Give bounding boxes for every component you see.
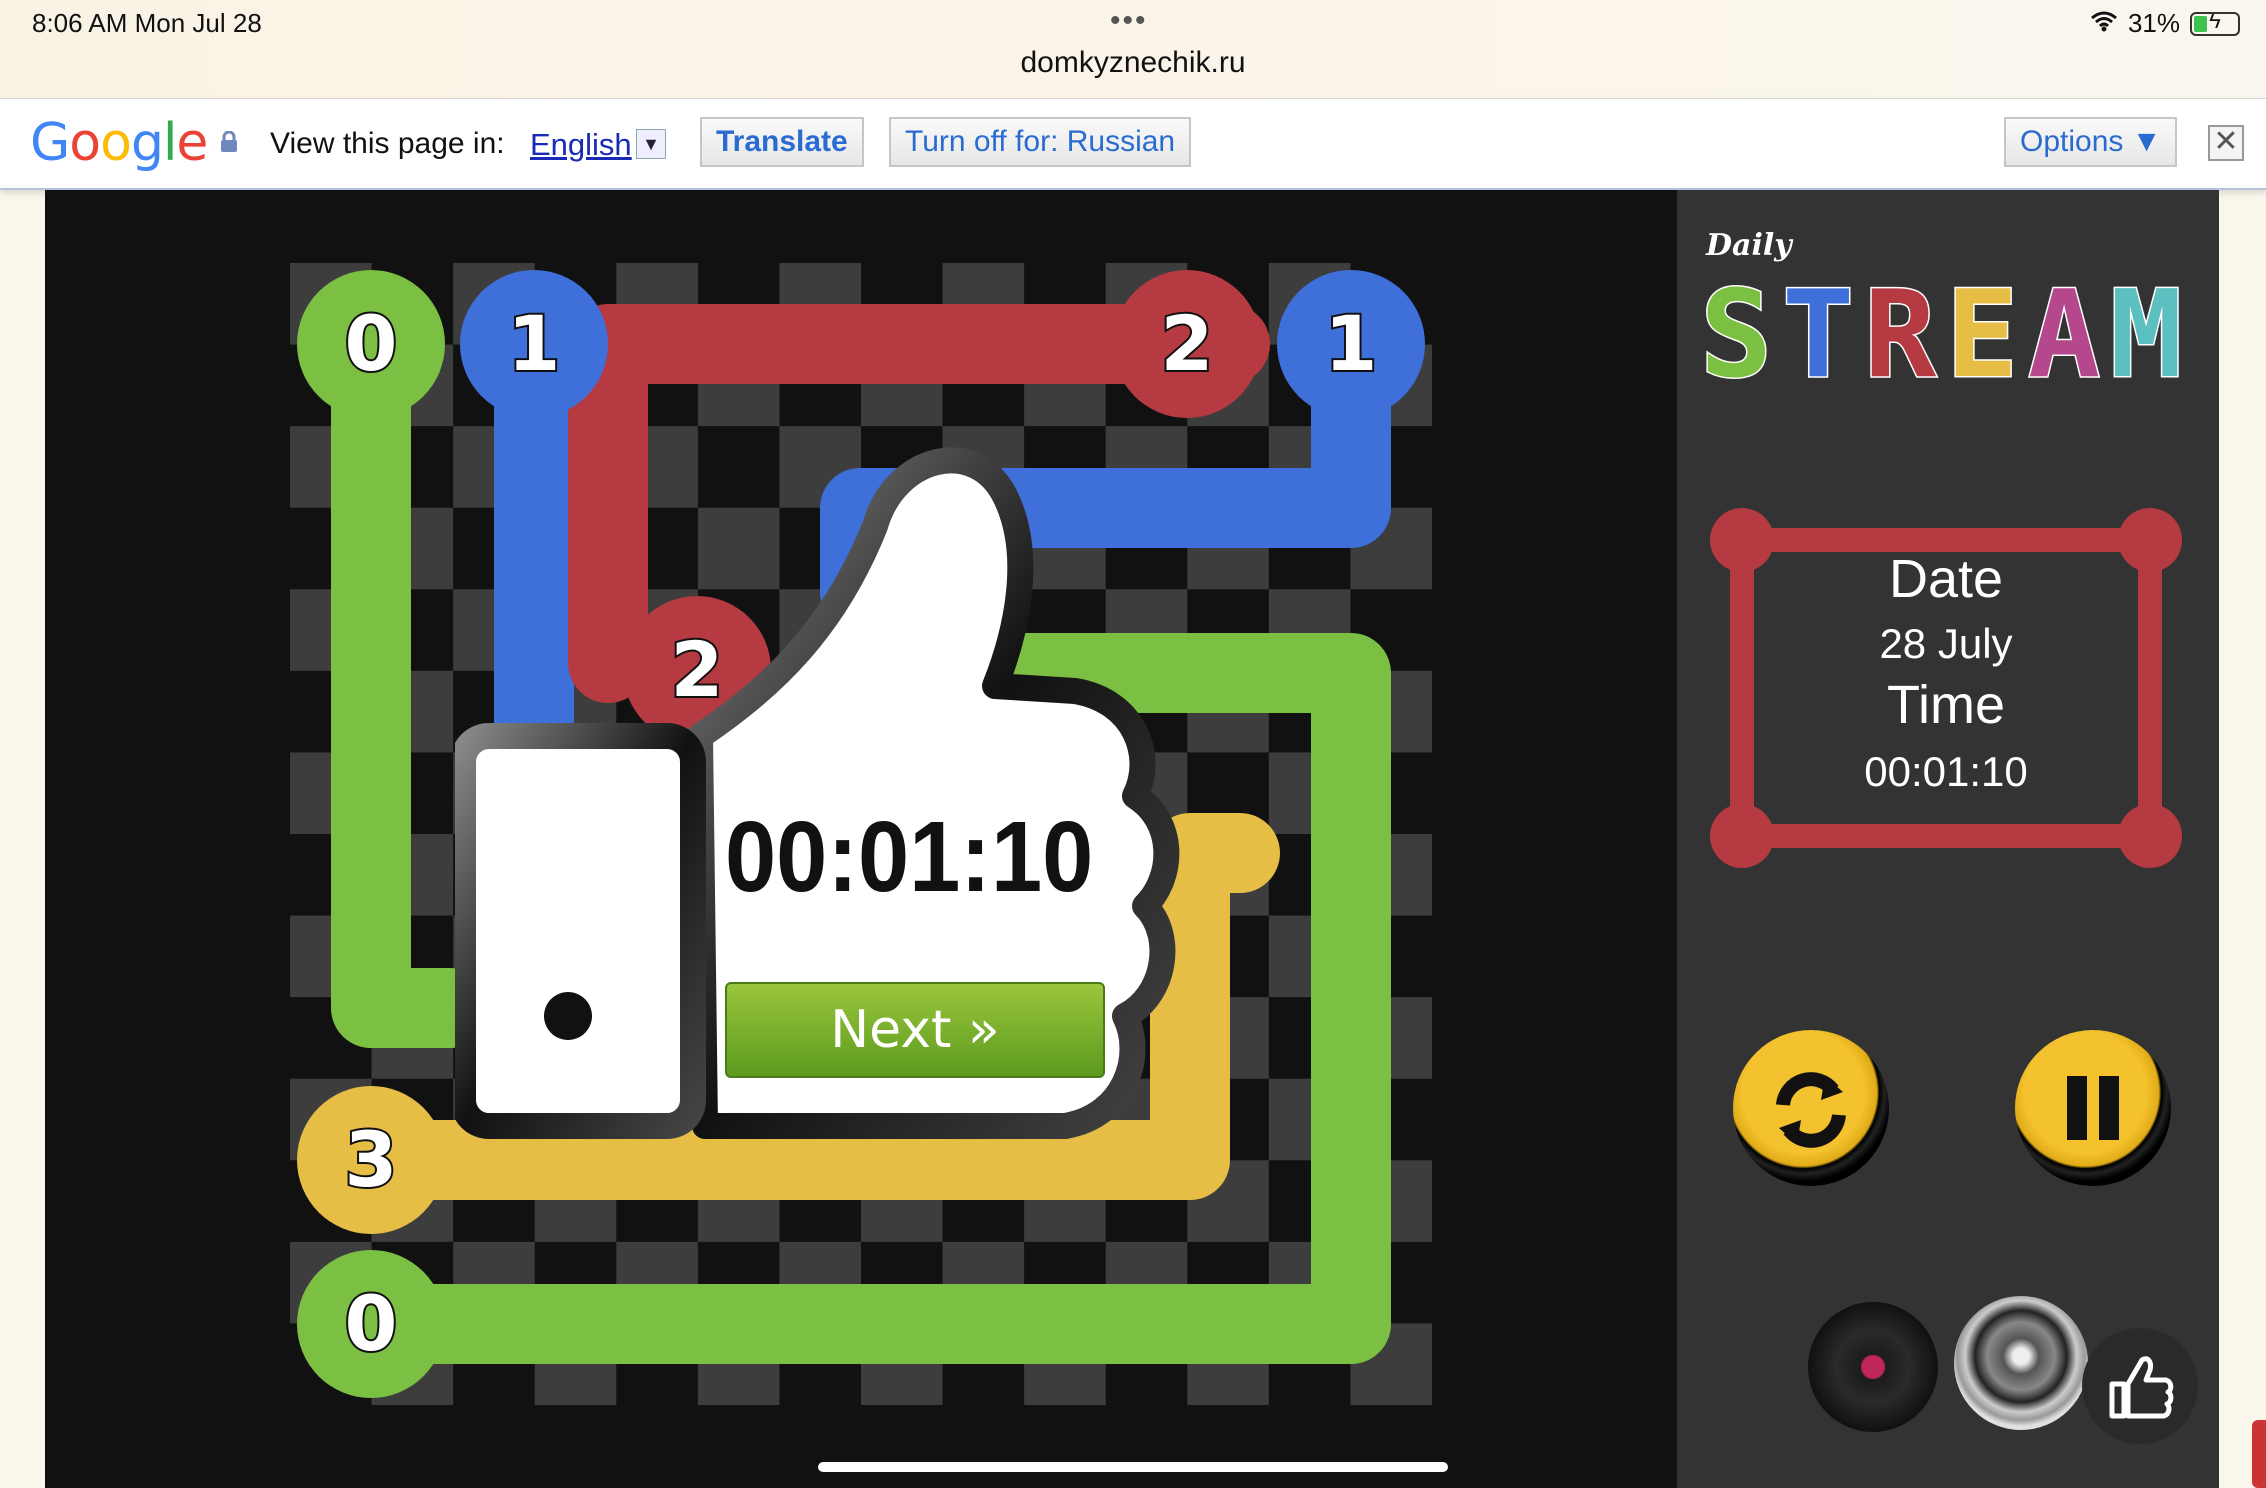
url-label[interactable]: domkyznechik.ru [0,46,2266,80]
pause-icon [2067,1076,2119,1140]
turn-off-button[interactable]: Turn off for: Russian [889,117,1192,167]
pause-button[interactable] [2015,1030,2171,1186]
logo-letter: R [1864,266,1937,396]
time-value: 00:01:10 [1864,748,2028,795]
logo-letter: A [2028,266,2100,396]
like-button[interactable] [2082,1328,2198,1444]
logo-letter: E [1946,266,2018,396]
logo-letter: S [1700,266,1772,396]
music-record-icon[interactable] [1808,1302,1938,1432]
translate-button[interactable]: Translate [700,117,864,167]
node-yellow[interactable]: 3 [297,1086,445,1234]
next-button[interactable]: Next » [725,982,1105,1078]
info-panel: Date 28 July Time 00:01:10 [1710,508,2182,868]
status-right: 31% ϟ [2090,8,2240,39]
translate-prompt: View this page in: [270,127,505,160]
lock-icon [221,131,237,152]
logo-daily: Daily [1706,228,1792,263]
thumbs-up-icon [2109,1356,2174,1419]
node-red-top[interactable]: 2 [1113,270,1261,418]
time-label: Time [1887,675,2005,735]
home-indicator[interactable] [818,1462,1448,1472]
google-logo: Google [30,113,208,173]
battery-percent: 31% [2127,8,2180,38]
speaker-icon[interactable] [1954,1296,2088,1430]
status-time: 8:06 AM Mon Jul 28 [32,8,262,38]
wifi-icon [2090,8,2118,39]
options-button[interactable]: Options ▼ [2004,117,2178,167]
date-label: Date [1888,549,2004,609]
translate-bar: Google View this page in: English ▼ Tran… [0,98,2266,190]
side-tab[interactable] [2252,1420,2266,1488]
completion-time: 00:01:10 [725,801,1094,913]
node-green-top[interactable]: 0 [297,270,445,418]
node-blue-left[interactable]: 1 [460,270,608,418]
language-link[interactable]: English [530,127,632,163]
status-bar: 8:06 AM Mon Jul 28 ••• domkyznechik.ru 3… [0,0,2266,98]
stream-logo: S T R E A M [1700,266,2184,396]
close-icon[interactable]: ✕ [2208,125,2244,161]
date-value: 28 July [1879,620,2013,667]
language-dropdown-icon[interactable]: ▼ [636,129,666,159]
more-dots-icon[interactable]: ••• [1110,4,1148,38]
refresh-icon [1776,1072,1846,1148]
node-green-bottom[interactable]: 0 [297,1250,445,1398]
logo-letter: T [1782,266,1854,396]
logo-letter: M [2110,266,2182,396]
node-blue-right[interactable]: 1 [1277,270,1425,418]
battery-icon: ϟ [2190,11,2240,36]
restart-button[interactable] [1733,1030,1889,1186]
